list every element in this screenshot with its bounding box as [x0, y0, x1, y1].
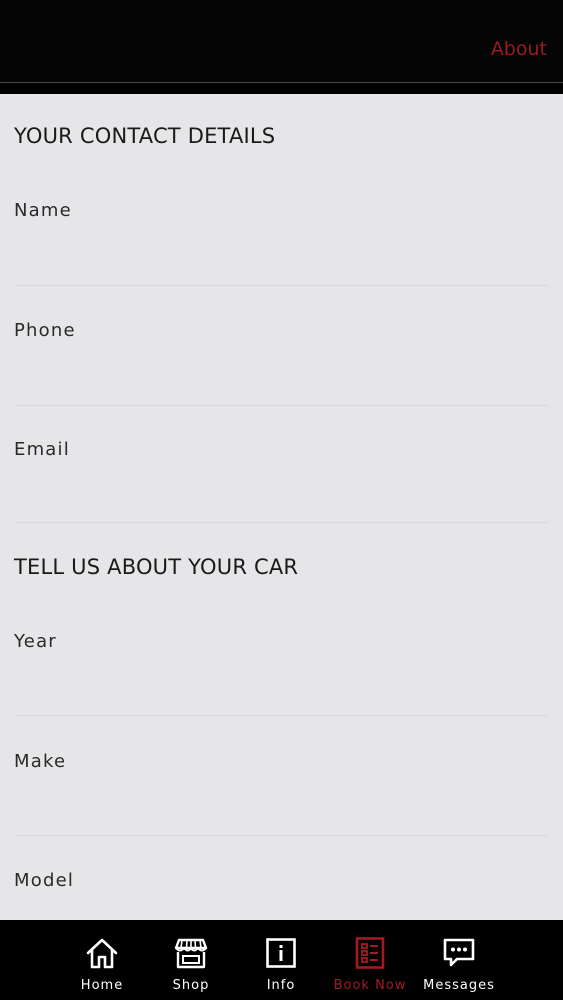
tab-home[interactable]: Home	[57, 920, 147, 1000]
year-input[interactable]	[14, 661, 548, 697]
tab-home-label: Home	[80, 978, 124, 993]
tab-messages-label: Messages	[423, 978, 495, 993]
phone-input[interactable]	[14, 350, 548, 386]
tab-shop[interactable]: Shop	[146, 920, 236, 1000]
name-field-label: Name	[14, 200, 72, 221]
email-input[interactable]	[14, 469, 548, 505]
email-field[interactable]: Email	[14, 439, 548, 523]
phone-field-label: Phone	[14, 320, 76, 341]
make-input[interactable]	[14, 781, 548, 817]
tab-info[interactable]: Info	[236, 920, 326, 1000]
model-input[interactable]	[14, 900, 548, 920]
make-field-label: Make	[14, 751, 67, 772]
name-input[interactable]	[14, 230, 548, 266]
bottom-tab-bar: Home Shop Info Book Now Messages	[0, 920, 563, 1000]
email-field-label: Email	[14, 439, 70, 460]
tab-book-now[interactable]: Book Now	[325, 920, 415, 1000]
tab-info-label: Info	[266, 978, 296, 993]
booking-form: YOUR CONTACT DETAILS Name Phone Email TE…	[0, 94, 563, 920]
info-icon	[266, 938, 296, 968]
about-link[interactable]: About	[491, 38, 547, 60]
tab-shop-label: Shop	[172, 978, 210, 993]
model-field-label: Model	[14, 870, 75, 891]
top-header: About	[0, 0, 563, 83]
model-field[interactable]: Model	[14, 870, 548, 920]
contact-section-title: YOUR CONTACT DETAILS	[14, 124, 276, 148]
make-field[interactable]: Make	[14, 751, 548, 836]
year-field-label: Year	[14, 631, 57, 652]
shop-icon	[174, 938, 208, 969]
booking-icon	[355, 937, 385, 969]
car-section-title: TELL US ABOUT YOUR CAR	[14, 555, 299, 579]
tab-messages[interactable]: Messages	[414, 920, 504, 1000]
home-icon	[86, 938, 118, 969]
tab-book-now-label: Book Now	[333, 978, 407, 993]
header-divider	[0, 83, 563, 94]
messages-icon	[443, 938, 475, 967]
name-field[interactable]: Name	[14, 200, 548, 286]
phone-field[interactable]: Phone	[14, 320, 548, 406]
year-field[interactable]: Year	[14, 631, 548, 716]
